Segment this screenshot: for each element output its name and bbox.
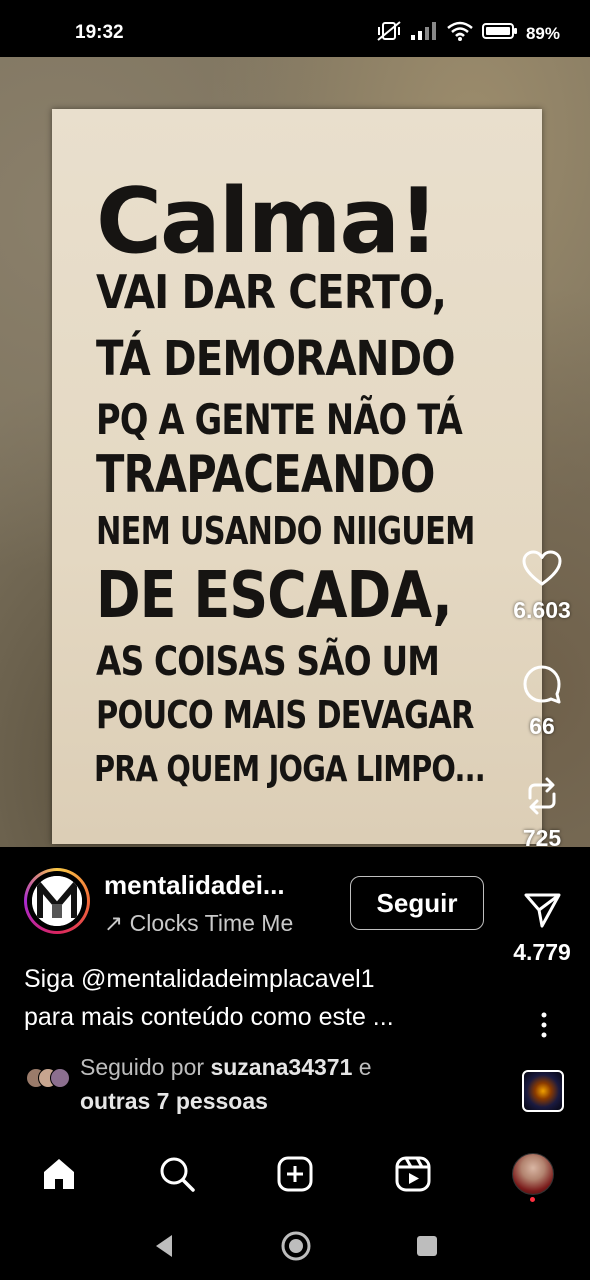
- share-action[interactable]: 4.779: [502, 890, 582, 966]
- wifi-icon: [446, 20, 474, 47]
- home-icon[interactable]: [40, 1155, 78, 1198]
- account-avatar[interactable]: [24, 868, 90, 934]
- battery-icon: [481, 21, 518, 46]
- profile-avatar[interactable]: [512, 1153, 554, 1195]
- poster-line: AS COISAS SÃO UM: [96, 639, 440, 685]
- poster-line: DE ESCADA,: [96, 559, 453, 633]
- followed-line2: outras 7 pessoas: [80, 1088, 268, 1114]
- system-nav: [0, 1213, 590, 1280]
- poster-line: NEM USANDO NIIGUEM: [96, 509, 475, 553]
- audio-track[interactable]: ↗ Clocks Time Me: [104, 910, 324, 940]
- signal-icon: [410, 21, 438, 46]
- recents-icon[interactable]: [415, 1234, 439, 1263]
- poster-line: VAI DAR CERTO,: [96, 265, 447, 319]
- heart-icon[interactable]: [502, 550, 582, 593]
- send-icon[interactable]: [502, 890, 582, 935]
- notification-dot: [530, 1197, 535, 1202]
- audio-thumbnail[interactable]: [522, 1070, 564, 1112]
- account-username[interactable]: mentalidadei...: [104, 870, 285, 901]
- bottom-nav: [0, 1133, 590, 1213]
- like-count: 6.603: [513, 597, 571, 623]
- back-icon[interactable]: [152, 1233, 176, 1264]
- caption-line: Siga @mentalidadeimplacavel1: [24, 965, 375, 993]
- poster-line: Calma!: [96, 169, 439, 274]
- follower-avatars: [26, 1068, 72, 1088]
- caption[interactable]: Siga @mentalidadeimplacavel1 para mais c…: [24, 960, 504, 1036]
- like-action[interactable]: 6.603: [502, 550, 582, 624]
- followed-user: suzana34371: [210, 1054, 353, 1080]
- poster-line: PQ A GENTE NÃO TÁ: [96, 395, 463, 444]
- followed-prefix: Seguido por: [80, 1054, 211, 1080]
- followed-suffix: e: [352, 1054, 372, 1080]
- comment-icon[interactable]: [502, 664, 582, 709]
- followed-by[interactable]: Seguido por suzana34371 e outras 7 pesso…: [80, 1050, 372, 1118]
- home-circle-icon[interactable]: [280, 1230, 312, 1267]
- search-icon[interactable]: [158, 1155, 196, 1198]
- muted-vibrate-icon: [376, 20, 402, 47]
- more-options-icon[interactable]: [534, 1010, 554, 1040]
- poster-line: TÁ DEMORANDO: [96, 331, 456, 387]
- status-time: 19:32: [75, 22, 124, 43]
- poster-line: TRAPACEANDO: [96, 445, 435, 505]
- repost-action[interactable]: 725: [502, 776, 582, 852]
- poster-line: PRA QUEM JOGA LIMPO...: [94, 749, 486, 790]
- status-icons: 89%: [376, 20, 560, 47]
- comment-count: 66: [529, 713, 555, 739]
- reels-icon[interactable]: [394, 1155, 432, 1198]
- caption-line: para mais conteúdo como este ...: [24, 1003, 394, 1031]
- create-icon[interactable]: [276, 1155, 314, 1198]
- follow-button[interactable]: Seguir: [350, 876, 484, 930]
- poster-line: POUCO MAIS DEVAGAR: [96, 693, 474, 737]
- repost-icon[interactable]: [502, 776, 582, 821]
- share-count: 4.779: [513, 939, 571, 965]
- repost-count: 725: [522, 825, 562, 851]
- status-bar: 19:32 89%: [0, 0, 590, 60]
- m-logo-icon: [32, 876, 82, 926]
- poster: Calma! VAI DAR CERTO, TÁ DEMORANDO PQ A …: [52, 109, 542, 844]
- comment-action[interactable]: 66: [502, 664, 582, 740]
- battery-level: 89%: [525, 23, 560, 43]
